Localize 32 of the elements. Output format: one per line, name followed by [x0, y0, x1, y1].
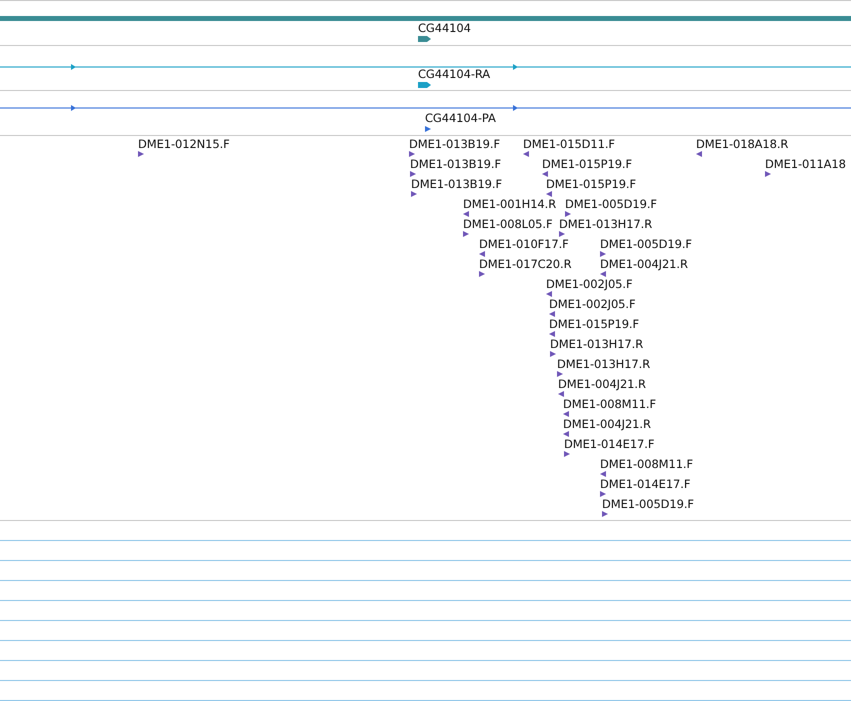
est-label: DME1-005D19.F: [565, 198, 657, 211]
est-label: DME1-013B19.F: [410, 158, 501, 171]
est-label: DME1-010F17.F: [479, 238, 569, 251]
est-label: DME1-018A18.R: [696, 138, 788, 151]
est-label: DME1-008L05.F: [463, 218, 552, 231]
est-label: DME1-005D19.F: [600, 238, 692, 251]
est-label: DME1-015P19.F: [542, 158, 632, 171]
gene-label: CG44104: [418, 22, 471, 35]
est-label: DME1-013H17.R: [559, 218, 652, 231]
est-label: DME1-013H17.R: [550, 338, 644, 351]
est-label: DME1-002J05.F: [549, 298, 636, 311]
est-label: DME1-015P19.F: [549, 318, 639, 331]
est-label: DME1-004J21.R: [563, 418, 651, 431]
est-label: DME1-008M11.F: [600, 458, 693, 471]
est-label: DME1-008M11.F: [563, 398, 656, 411]
transcript-label: CG44104-RA: [418, 68, 490, 81]
est-label: DME1-002J05.F: [546, 278, 632, 291]
est-label: DME1-012N15.F: [138, 138, 230, 151]
est-label: DME1-005D19.F: [602, 498, 694, 511]
est-label: DME1-014E17.F: [600, 478, 690, 491]
est-label: DME1-013B19.F: [411, 178, 502, 191]
protein-label: CG44104-PA: [425, 112, 496, 125]
est-label: DME1-017C20.R: [479, 258, 572, 271]
est-label: DME1-015P19.F: [546, 178, 636, 191]
est-label: DME1-015D11.F: [523, 138, 615, 151]
est-label: DME1-011A18: [765, 158, 846, 171]
est-label: DME1-014E17.F: [564, 438, 654, 451]
est-label: DME1-013H17.R: [557, 358, 650, 371]
est-label: DME1-013B19.F: [409, 138, 500, 151]
est-label: DME1-004J21.R: [558, 378, 646, 391]
est-label: DME1-001H14.R: [463, 198, 556, 211]
est-label: DME1-004J21.R: [600, 258, 688, 271]
